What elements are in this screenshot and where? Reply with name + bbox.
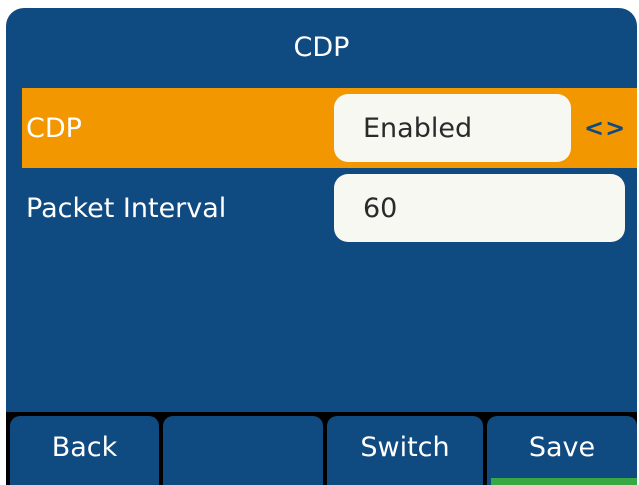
softkey-bar: Back Switch Save [6, 412, 637, 485]
back-softkey[interactable]: Back [10, 416, 159, 485]
packet-interval-input[interactable]: 60 [334, 174, 625, 242]
setting-row-cdp[interactable]: CDP Enabled <> [22, 88, 637, 168]
empty-softkey[interactable] [163, 416, 323, 485]
cdp-label: CDP [26, 112, 82, 144]
switch-softkey-label: Switch [360, 432, 450, 463]
packet-interval-label: Packet Interval [26, 192, 227, 224]
left-right-arrows-icon[interactable]: <> [584, 88, 626, 168]
save-softkey-label: Save [528, 432, 596, 463]
back-softkey-label: Back [51, 432, 118, 463]
save-softkey[interactable]: Save [487, 416, 637, 485]
save-active-indicator [491, 478, 637, 485]
switch-softkey[interactable]: Switch [327, 416, 483, 485]
page-title: CDP [293, 31, 350, 63]
cdp-value-field[interactable]: Enabled [334, 94, 571, 162]
phone-screen: CDP CDP Enabled <> Packet Interval 60 Ba… [6, 8, 637, 485]
setting-row-packet-interval[interactable]: Packet Interval 60 [22, 168, 637, 248]
